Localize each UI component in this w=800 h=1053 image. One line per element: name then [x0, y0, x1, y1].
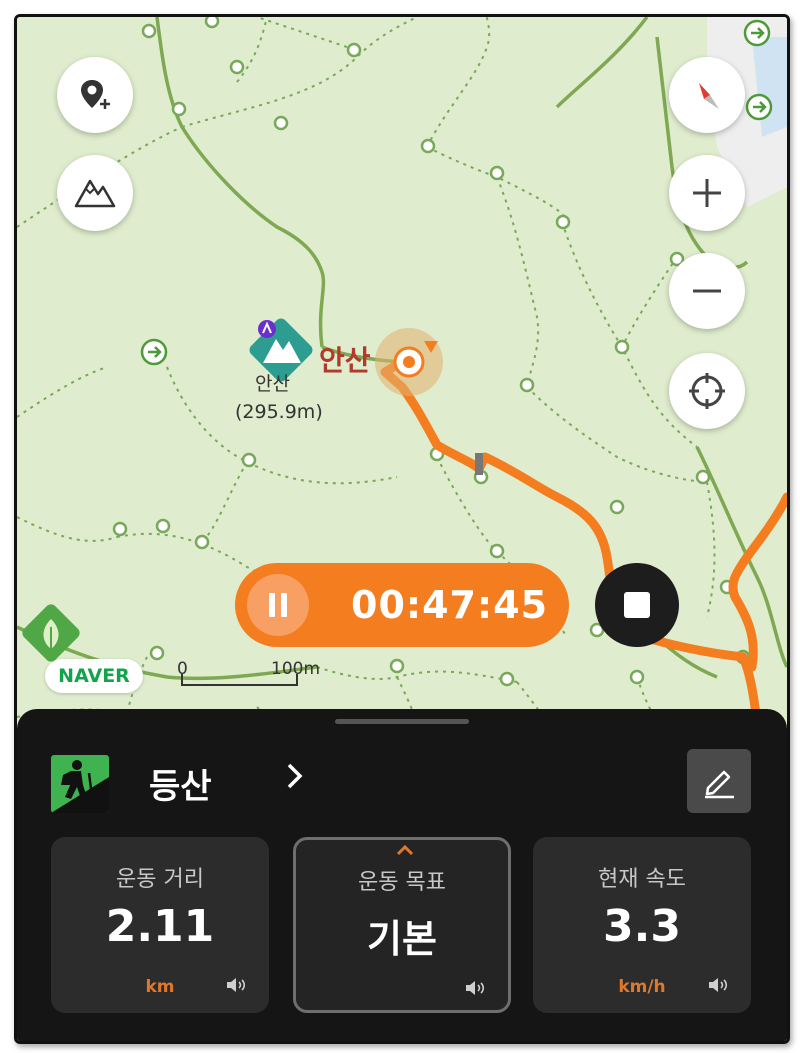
mountain-icon: [74, 179, 116, 208]
scale-distance-label: 100m: [271, 659, 321, 679]
pencil-icon: [705, 770, 734, 799]
stat-value: 3.3: [603, 901, 681, 952]
map-view[interactable]: 안산 안산 (295.9m) NAVER 0 100m 00:47:45: [17, 17, 787, 737]
plus-icon: [693, 179, 721, 207]
peak-elevation: (295.9m): [235, 401, 323, 423]
stop-button[interactable]: [595, 563, 679, 647]
stat-title: 현재 속도: [598, 867, 686, 892]
drag-handle[interactable]: [335, 719, 469, 724]
pause-icon: [269, 593, 287, 617]
elapsed-time: 00:47:45: [351, 583, 549, 627]
minus-icon: [693, 289, 721, 293]
stat-card-speed[interactable]: 현재 속도 3.3 km/h: [533, 837, 751, 1013]
location-pin-plus-icon: [81, 80, 110, 109]
app-frame: 안산 안산 (295.9m) NAVER 0 100m 00:47:45 등산 …: [14, 14, 790, 1044]
add-location-button[interactable]: [57, 57, 133, 133]
workout-timer-bar: 00:47:45: [235, 563, 569, 647]
stat-card-distance[interactable]: 운동 거리 2.11 km: [51, 837, 269, 1013]
peak-name-label: 안산: [319, 344, 371, 377]
workout-panel: 등산 운동 거리 2.11 km 운동 목표 기본 현재 속도 3.3 km/h: [17, 709, 787, 1041]
my-location-button[interactable]: [669, 353, 745, 429]
compass-button[interactable]: [669, 57, 745, 133]
stat-card-goal[interactable]: 운동 목표 기본: [293, 837, 511, 1013]
hiker-icon: [51, 755, 109, 813]
chevron-up-icon: [396, 844, 414, 856]
scale-zero-label: 0: [177, 659, 188, 679]
activity-name[interactable]: 등산: [149, 759, 212, 808]
peak-label: 안산: [255, 373, 290, 395]
stat-title: 운동 목표: [358, 870, 446, 895]
mountain-layer-button[interactable]: [57, 155, 133, 231]
zoom-out-button[interactable]: [669, 253, 745, 329]
edit-button[interactable]: [687, 749, 751, 813]
compass-icon: [699, 83, 719, 109]
stop-icon: [624, 592, 650, 618]
crosshair-icon: [689, 373, 725, 409]
naver-badge[interactable]: NAVER: [45, 659, 143, 693]
stat-title: 운동 거리: [116, 867, 204, 892]
speaker-icon[interactable]: [707, 975, 729, 995]
pause-button[interactable]: [247, 574, 309, 636]
stat-value: 기본: [367, 917, 437, 961]
speaker-icon[interactable]: [464, 978, 486, 998]
speaker-icon[interactable]: [225, 975, 247, 995]
stat-value: 2.11: [105, 901, 215, 952]
chevron-right-icon[interactable]: [285, 761, 305, 791]
zoom-in-button[interactable]: [669, 155, 745, 231]
